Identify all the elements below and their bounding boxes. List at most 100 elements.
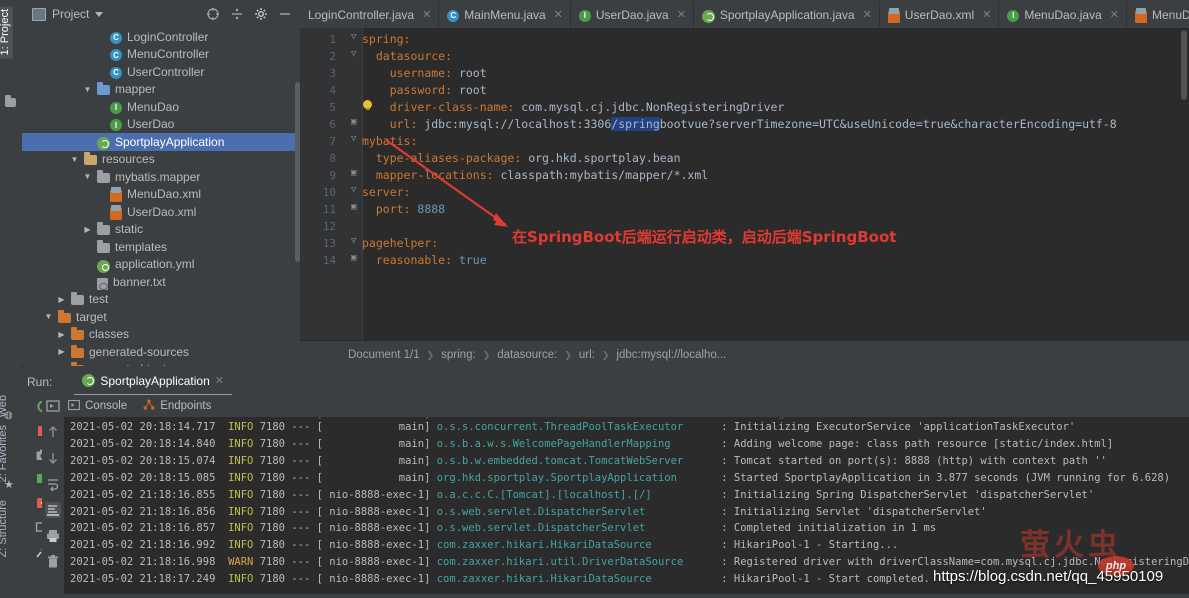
sidebar-item-structure[interactable]: Z: Structure — [0, 500, 9, 557]
chevron-right-icon[interactable]: ▶ — [56, 330, 67, 339]
breadcrumb-item[interactable]: spring: — [441, 349, 476, 361]
log-level: WARN — [228, 556, 254, 569]
close-icon[interactable]: ✕ — [982, 8, 991, 21]
editor-fold-column[interactable] — [348, 28, 363, 340]
target-icon[interactable] — [206, 7, 220, 21]
tree-item[interactable]: I MenuDao — [22, 98, 300, 116]
tree-item[interactable]: ▼ mybatis.mapper — [22, 168, 300, 186]
editor-area[interactable]: 1 2 3 4 5 6 7 8 9 10 11 12 13 14 ▽ ▽ ▣ ▽ ▣ ▽ ▣ ▽ ▣ spring: da… — [300, 28, 1189, 340]
tree-item[interactable]: C UserController — [22, 63, 300, 81]
code-line: url: jdbc:mysql://localhost:3306/springb… — [389, 117, 1117, 131]
chevron-down-icon[interactable]: ▼ — [82, 172, 93, 181]
fold-marker[interactable]: ▣ — [351, 168, 356, 178]
tree-item[interactable]: ▼ mapper — [22, 81, 300, 99]
breadcrumb-item[interactable]: jdbc:mysql://localho... — [616, 349, 726, 361]
scroll-down-icon[interactable] — [45, 450, 61, 466]
scroll-to-end-icon[interactable] — [45, 502, 61, 518]
editor-tab[interactable]: LoginController.java ✕ — [300, 1, 440, 28]
tree-item[interactable]: UserDao.xml — [22, 203, 300, 221]
chevron-down-icon[interactable]: ▼ — [82, 85, 93, 94]
tree-item[interactable]: ▶ classes — [22, 326, 300, 344]
editor-scrollbar-thumb[interactable] — [1181, 30, 1187, 100]
tree-item[interactable]: ▶ generated-sources — [22, 343, 300, 361]
project-title-group[interactable]: Project — [22, 7, 104, 21]
minimize-icon[interactable] — [278, 7, 292, 21]
tree-item[interactable]: banner.txt — [22, 273, 300, 291]
soft-wrap-icon[interactable] — [45, 476, 61, 492]
run-configuration-tab[interactable]: SportplayApplication ✕ — [74, 368, 232, 396]
editor-code[interactable]: spring: datasource: username: root passw… — [362, 28, 1189, 340]
chevron-down-icon[interactable] — [95, 11, 104, 17]
breadcrumb-item[interactable]: url: — [579, 349, 595, 361]
fold-marker[interactable]: ▽ — [351, 32, 356, 42]
editor-tab[interactable]: I MenuDao.java ✕ — [999, 1, 1127, 28]
editor-tab[interactable]: C MainMenu.java ✕ — [439, 1, 571, 28]
console-line: 2021-05-02 21:18:17.249 INFO 7180 --- [ … — [70, 573, 930, 586]
close-icon[interactable]: ✕ — [554, 8, 563, 21]
tree-item[interactable]: C LoginController — [22, 28, 300, 46]
print-icon[interactable] — [45, 528, 61, 544]
log-timestamp: 2021-05-02 21:18:16.856 — [70, 505, 216, 518]
close-icon[interactable]: ✕ — [863, 8, 872, 21]
tree-item[interactable]: ▼ target — [22, 308, 300, 326]
close-icon[interactable]: ✕ — [677, 8, 686, 21]
editor-tab[interactable]: I UserDao.java ✕ — [571, 1, 694, 28]
chevron-right-icon[interactable]: ▶ — [56, 295, 67, 304]
collapse-all-icon[interactable] — [230, 7, 244, 21]
tree-item[interactable]: ▶ static — [22, 221, 300, 239]
sidebar-item-favorites[interactable]: 2: Favorites — [0, 425, 9, 482]
chevron-right-icon[interactable]: ▶ — [56, 347, 67, 356]
close-icon[interactable]: ✕ — [1110, 8, 1119, 21]
editor-tab-bar[interactable]: LoginController.java ✕ C MainMenu.java ✕ I Use… — [300, 0, 1189, 28]
tree-item[interactable]: C MenuController — [22, 46, 300, 64]
fold-marker[interactable]: ▽ — [351, 49, 356, 59]
chevron-down-icon[interactable]: ▼ — [43, 312, 54, 321]
tree-item[interactable]: I UserDao — [22, 116, 300, 134]
gear-icon[interactable] — [254, 7, 268, 21]
tab-endpoints[interactable]: Endpoints — [143, 399, 211, 414]
tab-console[interactable]: Console — [68, 399, 127, 414]
chevron-right-icon[interactable]: ▶ — [82, 225, 93, 234]
tree-item[interactable]: ▶ test — [22, 291, 300, 309]
close-icon[interactable]: ✕ — [215, 374, 224, 387]
editor-tab[interactable]: MenuDao.xml✕ — [1127, 1, 1189, 28]
breadcrumb[interactable]: Document 1/1 ❯ spring: ❯ datasource: ❯ url: ❯ jd… — [300, 340, 1189, 369]
fold-marker[interactable]: ▣ — [351, 202, 356, 212]
console-icon — [68, 399, 80, 414]
log-logger: o.a.c.c.C.[Tomcat].[localhost].[/] — [436, 488, 722, 501]
star-icon: ★ — [4, 479, 14, 491]
tree-item-label: templates — [115, 239, 168, 254]
console-subtabs[interactable]: Console Endpoints — [64, 395, 1189, 417]
log-level: INFO — [228, 488, 254, 501]
folder-icon — [71, 344, 84, 358]
scroll-up-icon[interactable] — [45, 424, 61, 440]
editor-tab[interactable]: UserDao.xml ✕ — [880, 1, 1000, 28]
tree-item[interactable]: templates — [22, 238, 300, 256]
log-message: HikariPool-1 - Starting... — [733, 539, 899, 552]
breadcrumb-item[interactable]: datasource: — [497, 349, 557, 361]
clear-all-icon[interactable] — [45, 554, 61, 570]
fold-marker[interactable]: ▽ — [351, 134, 356, 144]
fold-marker[interactable]: ▽ — [351, 236, 356, 246]
spring-icon — [82, 374, 96, 387]
tree-item[interactable]: SportplayApplication — [22, 133, 300, 151]
project-tree[interactable]: C LoginController C MenuController C UserCont… — [22, 28, 300, 366]
log-pid: 7180 — [259, 454, 285, 467]
fold-marker[interactable]: ▣ — [351, 117, 356, 127]
chevron-right-icon[interactable]: ▶ — [56, 365, 67, 366]
console-toolbar[interactable] — [42, 395, 64, 597]
breadcrumb-item[interactable]: Document 1/1 — [348, 349, 420, 361]
sidebar-item-project[interactable]: 1: Project — [0, 6, 13, 59]
tree-item[interactable]: MenuDao.xml — [22, 186, 300, 204]
chevron-down-icon[interactable]: ▼ — [69, 155, 80, 164]
tree-item[interactable]: application.yml — [22, 256, 300, 274]
tree-item[interactable]: ▼ resources — [22, 151, 300, 169]
console-toggle-icon[interactable] — [45, 398, 61, 414]
xml-file-icon — [110, 204, 122, 220]
tree-item[interactable]: ▶ generated-test-sources — [22, 361, 300, 366]
editor-tab[interactable]: SportplayApplication.java ✕ — [694, 1, 880, 28]
close-icon[interactable]: ✕ — [422, 8, 431, 21]
log-level: INFO — [228, 522, 254, 535]
fold-marker[interactable]: ▽ — [351, 185, 356, 195]
fold-marker[interactable]: ▣ — [351, 253, 356, 263]
